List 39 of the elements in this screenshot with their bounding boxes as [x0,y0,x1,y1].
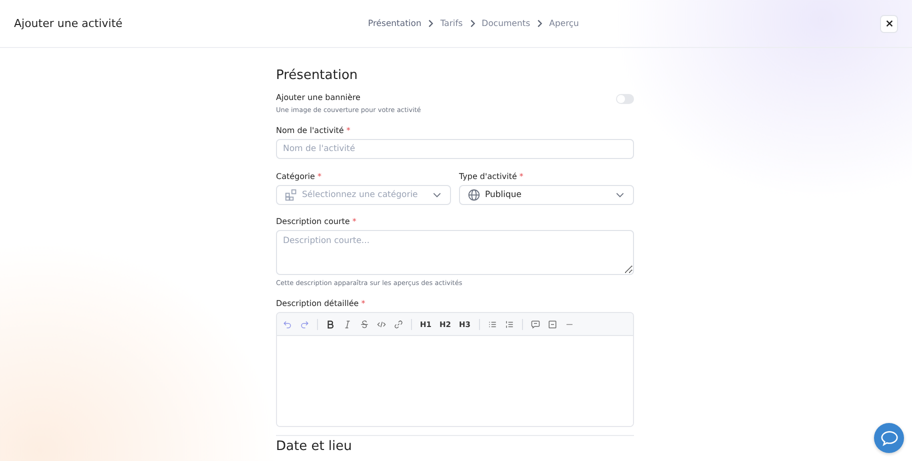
close-button[interactable] [880,14,898,32]
field-label: Description détaillée * [276,299,366,308]
undo-icon[interactable] [283,320,292,328]
chat-button[interactable] [874,423,904,453]
close-icon [884,19,894,28]
code-icon[interactable] [377,320,386,328]
activity-type-select[interactable]: Publique [459,185,634,205]
page-title: Ajouter une activité [14,17,122,30]
field-label: Ajouter une bannière [276,93,362,102]
link-icon[interactable] [394,320,403,328]
bold-icon[interactable] [326,320,335,328]
strikethrough-icon[interactable] [360,320,369,328]
chevron-right-icon [426,19,436,28]
chevron-right-icon [535,19,544,28]
speech-bubble-icon [880,428,898,448]
category-icon [285,189,297,201]
redo-icon[interactable] [300,320,309,328]
globe-icon [468,189,480,201]
breadcrumb-step[interactable]: Documents [482,18,530,28]
breadcrumb-step[interactable]: Aperçu [549,18,579,28]
field-label: Nom de l'activité * [276,126,352,135]
numbered-list-icon[interactable] [504,320,514,328]
breadcrumb-step[interactable]: Présentation [368,18,422,28]
chevron-right-icon [468,19,477,28]
field-label: Type d'activité * [459,172,524,181]
bullet-list-icon[interactable] [488,320,496,328]
italic-icon[interactable] [343,320,352,328]
section-title: Présentation [276,68,359,83]
chevron-down-icon [432,190,442,200]
breadcrumb-step[interactable]: Tarifs [440,18,463,28]
activity-name-input[interactable]: Nom de l'activité [276,139,634,159]
comment-icon[interactable] [530,320,540,328]
field-label: Description courte * [276,217,358,226]
section-title: Date et lieu [276,440,353,454]
field-label: Catégorie * [276,172,322,181]
chevron-down-icon [615,190,625,200]
short-description-input[interactable]: Description courte... [276,230,634,275]
banner-toggle[interactable] [616,94,634,104]
embed-icon[interactable] [548,320,556,328]
